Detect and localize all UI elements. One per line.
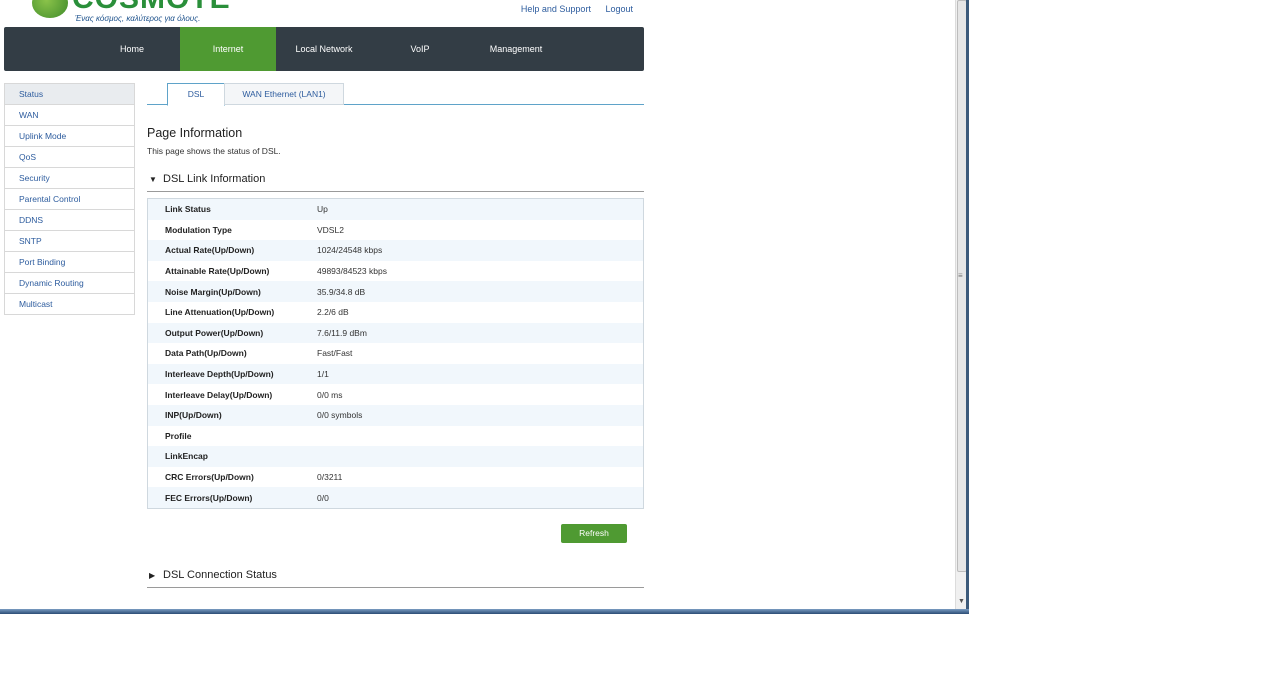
row-value: 0/0 symbols	[317, 410, 363, 421]
nav-management[interactable]: Management	[468, 27, 564, 71]
row-label: Actual Rate(Up/Down)	[165, 245, 255, 256]
row-label: Modulation Type	[165, 224, 232, 235]
row-label: Link Status	[165, 204, 211, 215]
row-label: Profile	[165, 430, 192, 441]
sidebar-item-parental-control[interactable]: Parental Control	[4, 189, 135, 210]
row-value: 2.2/6 dB	[317, 307, 349, 318]
table-row: Noise Margin(Up/Down) 35.9/34.8 dB	[147, 281, 644, 302]
page-title: Page Information	[147, 126, 243, 140]
help-support-link[interactable]: Help and Support	[521, 4, 591, 14]
sidebar-item-wan[interactable]: WAN	[4, 105, 135, 126]
logout-link[interactable]: Logout	[605, 4, 633, 14]
browser-viewport: COSMOTE Ένας κόσμος, καλύτερος για όλους…	[0, 0, 955, 610]
tab-dsl[interactable]: DSL	[167, 83, 225, 106]
top-links: Help and Support Logout	[509, 4, 633, 14]
sidebar-item-port-binding[interactable]: Port Binding	[4, 252, 135, 273]
table-row: FEC Errors(Up/Down) 0/0	[147, 487, 644, 509]
nav-local-network[interactable]: Local Network	[276, 27, 372, 71]
tab-wan-ethernet[interactable]: WAN Ethernet (LAN1)	[224, 83, 344, 105]
table-row: Attainable Rate(Up/Down) 49893/84523 kbps	[147, 260, 644, 282]
nav-voip[interactable]: VoIP	[372, 27, 468, 71]
refresh-button[interactable]: Refresh	[561, 524, 627, 543]
row-value	[317, 426, 644, 447]
sidebar-item-multicast[interactable]: Multicast	[4, 294, 135, 315]
nav-internet[interactable]: Internet	[180, 27, 276, 71]
row-label: Interleave Depth(Up/Down)	[165, 369, 274, 380]
nav-home[interactable]: Home	[84, 27, 180, 71]
page-description: This page shows the status of DSL.	[147, 146, 281, 156]
table-row: INP(Up/Down) 0/0 symbols	[147, 404, 644, 426]
table-row: Profile	[147, 425, 644, 447]
sidebar-item-sntp[interactable]: SNTP	[4, 231, 135, 252]
row-value	[317, 446, 644, 467]
table-row: Output Power(Up/Down) 7.6/11.9 dBm	[147, 322, 644, 344]
dsl-connection-heading: DSL Connection Status	[163, 569, 277, 581]
row-value: 49893/84523 kbps	[317, 266, 387, 277]
dsl-connection-section-header[interactable]: ▶ DSL Connection Status	[147, 569, 644, 588]
dsl-link-table: Link Status Up Modulation Type VDSL2 Actual …	[147, 198, 644, 509]
row-label: Output Power(Up/Down)	[165, 327, 264, 338]
expand-triangle-icon: ▶	[149, 571, 156, 580]
dsl-link-heading: DSL Link Information	[163, 173, 266, 185]
tab-bar: DSL WAN Ethernet (LAN1)	[147, 83, 644, 106]
scroll-down-arrow-icon[interactable]: ▼	[958, 598, 965, 605]
sidebar-item-uplink-mode[interactable]: Uplink Mode	[4, 126, 135, 147]
row-label: Attainable Rate(Up/Down)	[165, 266, 270, 277]
row-value: 1/1	[317, 369, 329, 380]
row-value: 0/0 ms	[317, 389, 343, 400]
row-label: Noise Margin(Up/Down)	[165, 286, 261, 297]
row-label: FEC Errors(Up/Down)	[165, 492, 253, 503]
table-row: Interleave Depth(Up/Down) 1/1	[147, 363, 644, 385]
row-label: LinkEncap	[165, 451, 208, 462]
table-row: Data Path(Up/Down) Fast/Fast	[147, 343, 644, 364]
sidebar-item-security[interactable]: Security	[4, 168, 135, 189]
table-row: CRC Errors(Up/Down) 0/3211	[147, 466, 644, 488]
row-value: VDSL2	[317, 224, 344, 235]
sidebar: Status WAN Uplink Mode QoS Security Pare…	[4, 83, 135, 315]
sidebar-item-status[interactable]: Status	[4, 83, 135, 105]
row-value: Fast/Fast	[317, 348, 353, 359]
row-value: 0/0	[317, 492, 329, 503]
logo-tagline: Ένας κόσμος, καλύτερος για όλους.	[75, 14, 201, 23]
row-value: Up	[317, 204, 328, 215]
table-row: Modulation Type VDSL2	[147, 219, 644, 241]
table-row: Link Status Up	[147, 198, 644, 220]
row-value: 1024/24548 kbps	[317, 245, 383, 256]
logo-mark-icon	[32, 0, 68, 18]
window-frame-right	[966, 0, 969, 614]
table-row: Line Attenuation(Up/Down) 2.2/6 dB	[147, 301, 644, 323]
table-row: LinkEncap	[147, 446, 644, 467]
main-content: DSL WAN Ethernet (LAN1) Page Information…	[147, 83, 644, 588]
row-label: Interleave Delay(Up/Down)	[165, 389, 273, 400]
window-frame-bottom	[0, 609, 969, 614]
row-label: Line Attenuation(Up/Down)	[165, 307, 275, 318]
scrollbar-grip-icon: ≡	[958, 271, 963, 280]
row-value: 7.6/11.9 dBm	[317, 327, 367, 338]
sidebar-item-qos[interactable]: QoS	[4, 147, 135, 168]
row-label: INP(Up/Down)	[165, 410, 222, 421]
row-value: 0/3211	[317, 472, 343, 483]
table-row: Interleave Delay(Up/Down) 0/0 ms	[147, 384, 644, 405]
table-row: Actual Rate(Up/Down) 1024/24548 kbps	[147, 240, 644, 261]
row-label: CRC Errors(Up/Down)	[165, 472, 254, 483]
sidebar-item-ddns[interactable]: DDNS	[4, 210, 135, 231]
row-label: Data Path(Up/Down)	[165, 348, 247, 359]
main-nav: Home Internet Local Network VoIP Managem…	[4, 27, 644, 71]
dsl-link-section-header[interactable]: ▼ DSL Link Information	[147, 173, 644, 192]
collapse-triangle-icon: ▼	[149, 175, 157, 184]
sidebar-item-dynamic-routing[interactable]: Dynamic Routing	[4, 273, 135, 294]
row-value: 35.9/34.8 dB	[317, 286, 366, 297]
cosmote-logo: COSMOTE Ένας κόσμος, καλύτερος για όλους…	[32, 0, 230, 24]
